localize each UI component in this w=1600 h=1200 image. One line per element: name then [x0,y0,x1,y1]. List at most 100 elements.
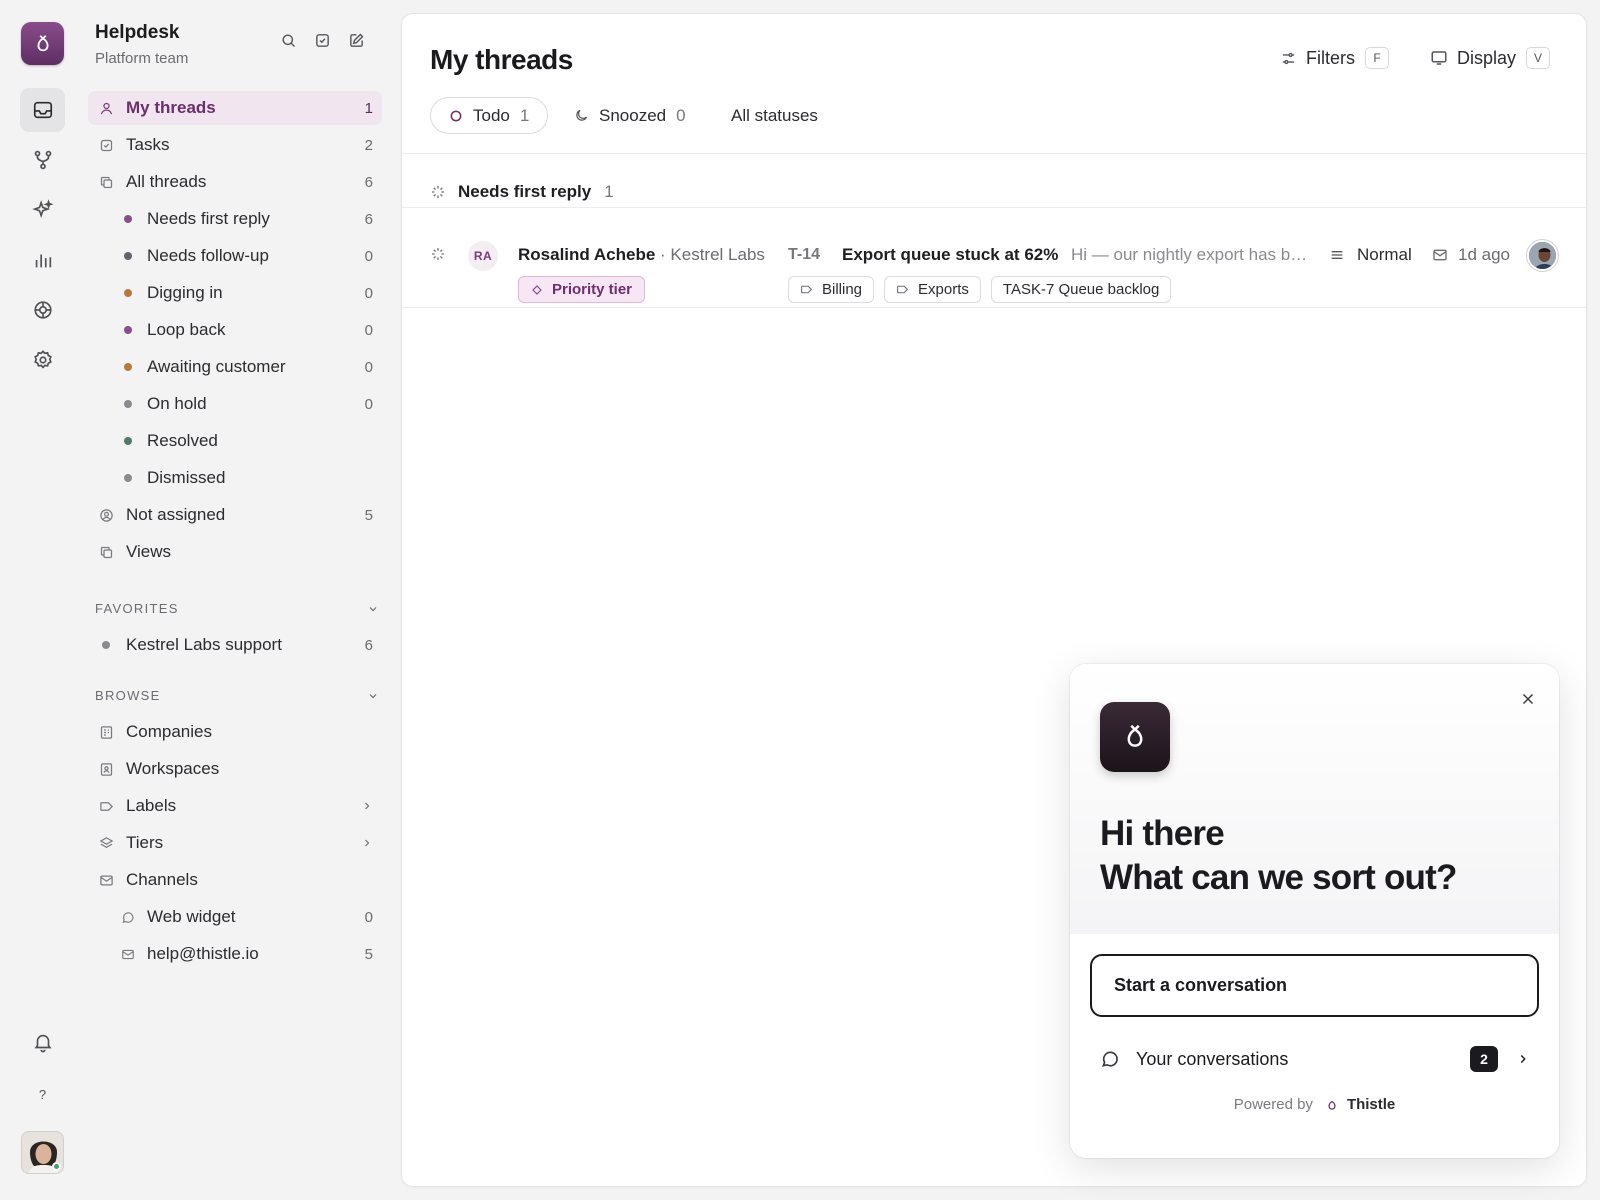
label-chip-exports[interactable]: Exports [884,276,981,303]
checkbox-icon [100,139,112,151]
browse-section-header[interactable]: BROWSE [95,688,379,703]
priority-label: Normal [1357,245,1412,264]
stack-icon [100,176,112,188]
tab-all-statuses[interactable]: All statuses [731,97,818,134]
moon-icon [576,109,588,121]
filters-label: Filters [1306,47,1355,68]
sidebar-item-label: Labels [126,796,177,815]
chevron-down-icon [369,693,377,698]
thread-subject: Export queue stuck at 62% [842,245,1059,264]
group-header[interactable]: Needs first reply 1 [430,182,614,202]
assignee-avatar[interactable] [1527,240,1558,271]
sidebar-item-tiers[interactable]: Tiers [88,826,382,860]
label-chip-billing[interactable]: Billing [788,276,875,303]
sidebar-item-not-assigned[interactable]: Not assigned 5 [88,498,382,532]
sidebar-item-label: Loop back [147,320,226,339]
display-label: Display [1457,47,1517,68]
start-conversation-button[interactable]: Start a conversation [1090,954,1539,1017]
sidebar-item-label: Companies [126,722,212,741]
tab-label: All statuses [731,105,818,125]
tag-icon [897,285,909,294]
sidebar-item-all-threads[interactable]: All threads 6 [88,165,382,199]
task-chip[interactable]: TASK-7 Queue backlog [990,276,1172,303]
greeting-line-2: What can we sort out? [1100,858,1457,897]
building-icon [100,725,112,739]
filters-button[interactable]: Filters F [1280,47,1389,69]
status-dot [124,363,132,371]
tag-icon [801,285,813,294]
widget-greeting: Hi there What can we sort out? [1100,812,1457,900]
sidebar-item-on-hold[interactable]: On hold 0 [88,387,382,421]
sidebar-item-workspaces[interactable]: Workspaces [88,752,382,786]
sidebar-item-count: 0 [364,908,373,926]
workflows-nav[interactable] [20,138,65,182]
compose-button[interactable] [346,30,366,50]
sidebar-item-count: 2 [364,136,373,154]
greeting-line-1: Hi there [1100,814,1225,853]
sidebar-item-kestrel-labs-support[interactable]: Kestrel Labs support 6 [88,628,382,662]
your-conversations-link[interactable]: Your conversations 2 [1100,1044,1530,1074]
tasks-button[interactable] [312,30,332,50]
sidebar-item-label: Not assigned [126,505,226,524]
status-dot [124,289,132,297]
tab-snoozed[interactable]: Snoozed 0 [574,97,686,134]
chat-widget: Hi there What can we sort out? Start a c… [1070,664,1559,1158]
support-nav[interactable] [20,288,65,332]
bell-icon [33,1034,52,1053]
mail-icon [122,949,134,959]
sidebar-item-count: 0 [364,395,373,413]
tier-label: Priority tier [552,281,633,298]
app-logo[interactable] [21,22,64,65]
widget-close-button[interactable] [1519,690,1537,708]
tab-todo[interactable]: Todo 1 [430,97,549,134]
sidebar-item-web-widget[interactable]: Web widget 0 [88,900,382,934]
thread-id: T-14 [788,246,821,263]
workspace-name[interactable]: Helpdesk [95,22,179,44]
sidebar-item-count: 0 [364,247,373,265]
tab-count: 1 [519,105,530,125]
tab-label: Snoozed [599,105,667,125]
sidebar-item-loop-back[interactable]: Loop back 0 [88,313,382,347]
sidebar-item-my-threads[interactable]: My threads 1 [88,91,382,125]
sidebar-item-help-email[interactable]: help@thistle.io 5 [88,937,382,971]
sidebar-item-needs-first-reply[interactable]: Needs first reply 6 [88,202,382,236]
analytics-nav[interactable] [20,238,65,282]
inbox-nav[interactable] [20,88,65,132]
sidebar-item-resolved[interactable]: Resolved [88,424,382,458]
user-avatar[interactable] [21,1131,64,1174]
diamond-icon [532,284,542,295]
sidebar-item-count: 6 [364,636,373,654]
powered-by-brand[interactable]: Thistle [1325,1096,1395,1113]
tier-badge[interactable]: Priority tier [518,276,646,303]
favorites-section-header[interactable]: FAVORITES [95,601,379,616]
sidebar-item-label: Web widget [147,907,236,926]
sidebar-item-label: Tiers [126,833,164,852]
branch-icon [34,150,51,170]
chat-bubble-icon [122,911,134,923]
lifebuoy-icon [33,301,52,319]
sidebar-item-digging-in[interactable]: Digging in 0 [88,276,382,310]
sidebar-item-tasks[interactable]: Tasks 2 [88,128,382,162]
tab-label: Todo [473,105,510,125]
sidebar-item-label: Kestrel Labs support [126,635,282,654]
monitor-icon [1431,51,1447,65]
sidebar-item-awaiting-customer[interactable]: Awaiting customer 0 [88,350,382,384]
priority-indicator[interactable]: Normal [1329,245,1412,265]
help-button[interactable]: ? [20,1072,65,1116]
status-dot [124,326,132,334]
search-button[interactable] [278,30,298,50]
notifications-nav[interactable] [20,1020,65,1064]
group-count: 1 [604,182,614,201]
sidebar-item-needs-follow-up[interactable]: Needs follow-up 0 [88,239,382,273]
settings-nav[interactable] [20,338,65,382]
sidebar-item-labels[interactable]: Labels [88,789,382,823]
workspace-team: Platform team [95,50,189,67]
sidebar-item-companies[interactable]: Companies [88,715,382,749]
ai-nav[interactable] [20,188,65,232]
sidebar-item-channels[interactable]: Channels [88,863,382,897]
display-button[interactable]: Display V [1430,47,1551,69]
assignee-avatar-image [1529,242,1556,269]
sidebar-item-dismissed[interactable]: Dismissed [88,461,382,495]
sidebar-item-views[interactable]: Views [88,535,382,569]
close-icon [1522,693,1534,705]
